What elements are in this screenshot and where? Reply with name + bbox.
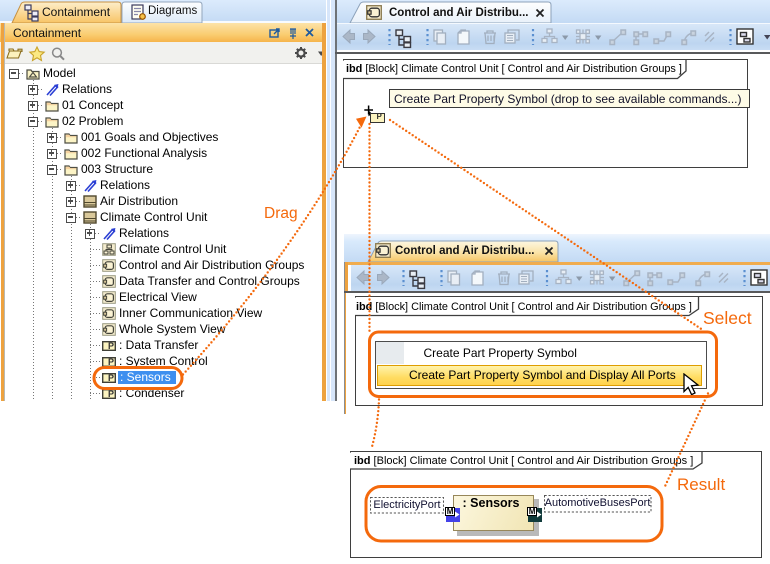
svg-text:P: P [108,373,114,383]
svg-text:P: P [108,341,114,351]
svg-text:P: P [108,357,114,367]
svg-text:P: P [108,389,114,399]
